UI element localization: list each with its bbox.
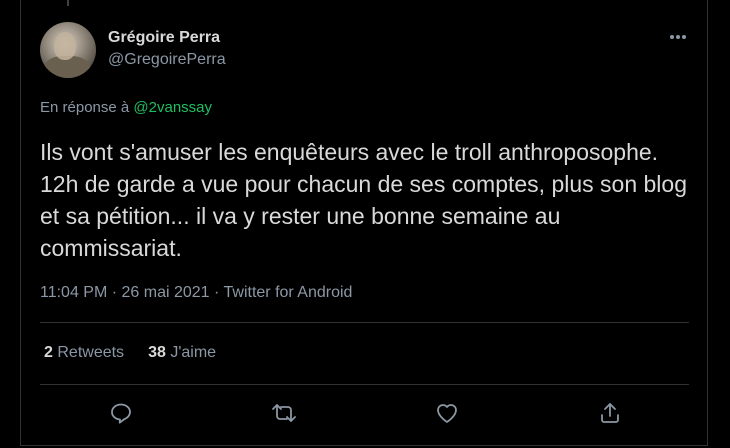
tweet-actions xyxy=(40,396,689,430)
tweet-stats: 2 Retweets 38 J'aime xyxy=(44,344,216,362)
share-button[interactable] xyxy=(596,399,624,427)
reply-bubble-icon xyxy=(111,403,131,424)
likes-count: 38 xyxy=(148,344,166,361)
like-button[interactable] xyxy=(433,399,461,427)
more-options-button[interactable] xyxy=(667,27,689,47)
avatar-face-shape xyxy=(54,32,76,60)
author-handle[interactable]: @GregoirePerra xyxy=(108,51,226,69)
author-name[interactable]: Grégoire Perra xyxy=(108,29,220,47)
reply-button[interactable] xyxy=(107,399,135,427)
reply-mention-link[interactable]: @2vanssay xyxy=(133,99,212,116)
reply-context: En réponse à @2vanssay xyxy=(40,99,212,116)
reply-prefix: En réponse à xyxy=(40,99,130,116)
share-icon xyxy=(601,403,619,423)
likes-label: J'aime xyxy=(170,344,217,361)
heart-icon xyxy=(437,404,457,423)
divider-bottom xyxy=(40,384,689,385)
likes-stat[interactable]: 38 J'aime xyxy=(148,344,216,362)
divider-top xyxy=(40,322,689,323)
avatar[interactable] xyxy=(40,22,96,78)
more-horizontal-icon xyxy=(670,35,686,39)
retweets-count: 2 xyxy=(44,344,53,361)
retweets-label: Retweets xyxy=(57,344,125,361)
tweet-meta[interactable]: 11:04 PM · 26 mai 2021 · Twitter for And… xyxy=(40,284,352,302)
tweet-text: Ils vont s'amuser les enquêteurs avec le… xyxy=(40,139,687,261)
retweet-button[interactable] xyxy=(270,399,298,427)
thread-connector-line xyxy=(67,0,69,6)
retweets-stat[interactable]: 2 Retweets xyxy=(44,344,124,362)
retweet-icon xyxy=(272,404,296,422)
